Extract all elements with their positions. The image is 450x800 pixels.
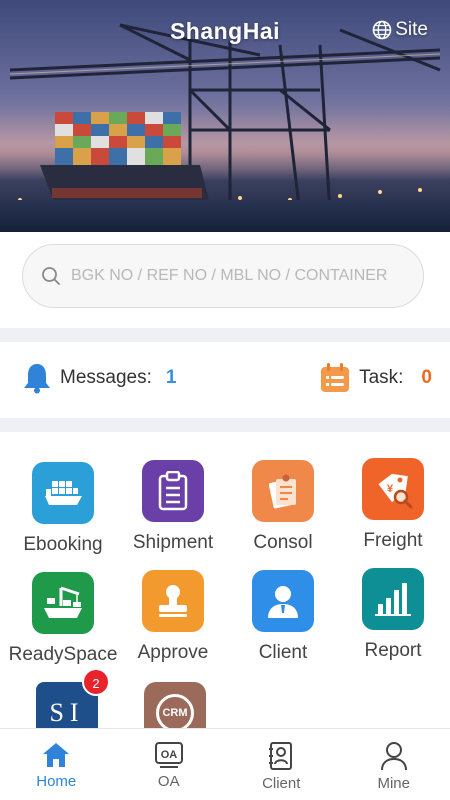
svg-text:¥: ¥ xyxy=(387,483,394,495)
tab-client[interactable]: Client xyxy=(225,729,338,800)
search-input[interactable] xyxy=(71,267,411,285)
ebooking-tile xyxy=(32,462,94,524)
app-approve[interactable]: Approve xyxy=(118,570,228,664)
clipboard-icon xyxy=(158,471,188,511)
person-icon xyxy=(268,586,298,618)
oa-icon: OA xyxy=(154,742,183,768)
consol-tile xyxy=(252,460,314,522)
messages-entry[interactable]: Messages: 1 xyxy=(22,362,176,394)
contacts-icon xyxy=(269,742,293,770)
price-tag-icon: ¥ xyxy=(378,473,413,509)
app-ebooking[interactable]: Ebooking xyxy=(8,462,118,556)
report-tile xyxy=(362,568,424,630)
site-selector-button[interactable]: Site xyxy=(372,19,428,41)
search-icon xyxy=(42,267,60,285)
app-label: ReadySpace xyxy=(8,644,118,665)
readyspace-tile xyxy=(32,572,94,634)
bar-chart-icon xyxy=(375,583,411,616)
app-label: Report xyxy=(364,640,422,661)
globe-icon xyxy=(372,20,392,40)
section-divider xyxy=(0,328,450,342)
app-freight[interactable]: ¥ Freight xyxy=(338,458,448,552)
app-label: Approve xyxy=(137,642,209,663)
stamp-icon xyxy=(159,585,187,617)
ship-icon xyxy=(45,481,82,505)
home-icon xyxy=(43,743,70,767)
app-label: Consol xyxy=(253,532,313,553)
freight-tile: ¥ xyxy=(362,458,424,520)
app-client[interactable]: Client xyxy=(228,570,338,664)
app-label: Shipment xyxy=(132,532,214,553)
messages-count: 1 xyxy=(165,367,177,388)
tab-mine[interactable]: Mine xyxy=(338,729,450,800)
si-tile-text: SI xyxy=(49,698,85,727)
header-banner: ShangHai Site xyxy=(0,0,450,232)
search-bar[interactable] xyxy=(22,244,424,308)
app-readyspace[interactable]: ReadySpace xyxy=(8,572,118,666)
consol-icon xyxy=(268,474,296,509)
client-tile xyxy=(252,570,314,632)
app-report[interactable]: Report xyxy=(338,568,448,662)
app-consol[interactable]: Consol xyxy=(228,460,338,554)
app-label: Client xyxy=(258,642,308,663)
bell-icon xyxy=(24,364,50,394)
user-icon xyxy=(380,742,407,771)
tab-label: Client xyxy=(262,775,301,792)
task-entry[interactable]: Task: 0 xyxy=(319,362,432,394)
tab-label: Mine xyxy=(377,775,410,792)
tab-oa[interactable]: OA OA xyxy=(113,729,226,800)
task-calendar-icon xyxy=(321,363,350,392)
tab-label: OA xyxy=(157,773,180,790)
oa-icon-text: OA xyxy=(161,749,178,761)
task-label: Task: xyxy=(359,367,404,388)
shipment-tile xyxy=(142,460,204,522)
status-row: Messages: 1 Task: 0 xyxy=(0,354,450,406)
notification-badge: 2 xyxy=(82,668,110,696)
app-label: Freight xyxy=(363,530,423,551)
site-label: Site xyxy=(395,19,428,40)
app-label: Ebooking xyxy=(23,534,103,555)
crane-ship-icon xyxy=(44,586,82,618)
section-divider xyxy=(0,418,450,432)
crm-tile-text: CRM xyxy=(162,707,188,719)
tab-home[interactable]: Home xyxy=(0,729,113,800)
tab-label: Home xyxy=(36,773,77,790)
messages-label: Messages: xyxy=(60,367,152,388)
approve-tile xyxy=(142,570,204,632)
app-shipment[interactable]: Shipment xyxy=(118,460,228,554)
task-count: 0 xyxy=(421,367,432,388)
bottom-tab-bar: Home OA OA Client Mine xyxy=(0,728,450,800)
